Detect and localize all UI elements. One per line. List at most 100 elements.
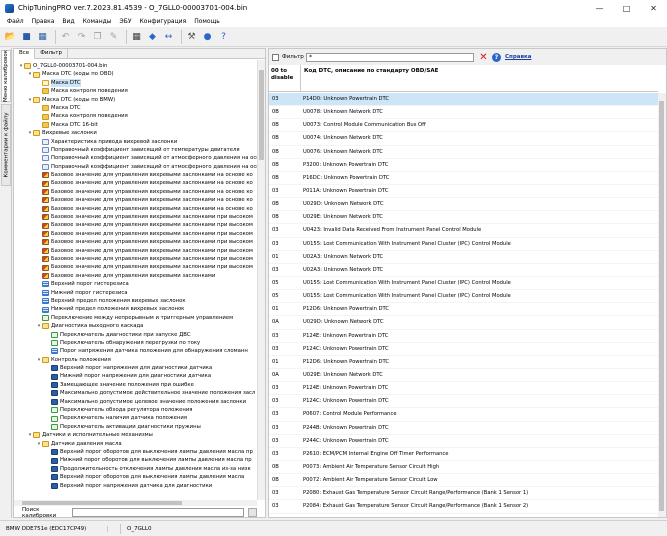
dtc-value-cell[interactable]: 03: [269, 490, 301, 496]
dtc-vertical-scrollbar[interactable]: [658, 93, 666, 517]
table-row[interactable]: 03 U0155: Lost Communication With Instrum…: [269, 238, 658, 251]
tools-icon[interactable]: ⚒: [185, 30, 198, 43]
table-row[interactable]: 03 P124E: Unknown Powertrain DTC: [269, 330, 658, 343]
maximize-button[interactable]: □: [613, 0, 640, 16]
table-row[interactable]: 0B P16DC: Unknown Powertrain DTC: [269, 172, 658, 185]
menu-edit[interactable]: Правка: [32, 18, 55, 25]
tree-node[interactable]: Верхний порог напряжения датчика для диа…: [14, 482, 257, 490]
table-row[interactable]: 03P242B: Unknown Powertrain DTC: [269, 514, 658, 518]
tree-node[interactable]: Переключатель обнаружения перегрузки по …: [14, 339, 257, 347]
menu-help[interactable]: Помощь: [194, 18, 220, 25]
dtc-value-cell[interactable]: 0B: [269, 214, 301, 220]
tree-node[interactable]: ▾ Маска DTC (коды по OBD): [14, 70, 257, 78]
table-row[interactable]: 0B P3200: Unknown Powertrain DTC: [269, 159, 658, 172]
filter-input[interactable]: [306, 52, 474, 62]
tree-node[interactable]: ▾ Вихревые заслонки: [14, 129, 257, 137]
tree-node[interactable]: Нижний порог оборотов для выключения лам…: [14, 456, 257, 464]
table-row[interactable]: 0A U029E: Unknown Network DTC: [269, 369, 658, 383]
table-row[interactable]: 03 P011A: Unknown Powertrain DTC: [269, 185, 658, 199]
tree-node[interactable]: Нижний порог напряжения для диагностики …: [14, 372, 257, 380]
dtc-value-cell[interactable]: 0A: [269, 319, 301, 325]
table-row[interactable]: 0B U029D: Unknown Network DTC: [269, 198, 658, 212]
table-row[interactable]: 03 P2610: ECM/PCM Internal Engine Off Tim…: [269, 448, 658, 461]
clear-filter-icon[interactable]: ✕: [478, 52, 489, 63]
dtc-value-cell[interactable]: 0A: [269, 372, 301, 378]
table-row[interactable]: 0B U029E: Unknown Network DTC: [269, 211, 658, 225]
tab-all[interactable]: Все: [14, 49, 36, 59]
tree-node[interactable]: Замещающее значение положения при ошибке: [14, 381, 257, 389]
dtc-value-cell[interactable]: 0B: [269, 175, 301, 181]
checksum-icon[interactable]: ↔: [162, 30, 175, 43]
dtc-value-cell[interactable]: 03: [269, 241, 301, 247]
table-row[interactable]: 0B U0078: Unknown Network DTC: [269, 106, 658, 120]
dtc-value-cell[interactable]: 0B: [269, 477, 301, 483]
dtc-value-cell[interactable]: 0B: [269, 162, 301, 168]
table-row[interactable]: 0B U0076: Unknown Network DTC: [269, 146, 658, 159]
search-input[interactable]: [72, 508, 244, 517]
table-row[interactable]: 03 U02A3: Unknown Network DTC: [269, 264, 658, 277]
tree-node[interactable]: Верхний порог оборотов для выключения ла…: [14, 473, 257, 481]
tree-node[interactable]: Поправочный коэффициент зависящий от атм…: [14, 154, 257, 162]
tree-node[interactable]: Базовое значение для управления вихревым…: [14, 247, 257, 255]
dtc-value-cell[interactable]: 03: [269, 227, 301, 233]
tab-filter[interactable]: Фильтр: [35, 49, 68, 59]
tree-node[interactable]: Верхний порог гистерезиса: [14, 280, 257, 288]
tree-node[interactable]: Базовое значение для управления вихревым…: [14, 238, 257, 246]
navigate-icon[interactable]: ◆: [146, 30, 159, 43]
close-button[interactable]: ✕: [640, 0, 667, 16]
dtc-value-cell[interactable]: 0B: [269, 464, 301, 470]
table-row[interactable]: 0A U029D: Unknown Network DTC: [269, 316, 658, 330]
tree-node[interactable]: Характеристика привода вихревой заслонки: [14, 138, 257, 146]
tree-node[interactable]: Маска контроля поведения: [14, 87, 257, 95]
tree-horizontal-scrollbar[interactable]: [14, 500, 257, 506]
copy-icon[interactable]: ❐: [91, 30, 104, 43]
table-row[interactable]: 03 P0607: Control Module Performance: [269, 408, 658, 422]
help-link[interactable]: Справка: [505, 54, 531, 60]
dtc-value-cell[interactable]: 03: [269, 425, 301, 431]
tree-node[interactable]: Верхний предел положения вихревых заслон…: [14, 297, 257, 305]
dtc-value-cell[interactable]: 01: [269, 306, 301, 312]
dtc-value-cell[interactable]: 01: [269, 359, 301, 365]
tree-node[interactable]: Нижний порог гистерезиса: [14, 289, 257, 297]
map-icon[interactable]: ●: [201, 30, 214, 43]
table-row[interactable]: 03 P2084: Exhaust Gas Temperature Sensor …: [269, 500, 658, 514]
tree-node[interactable]: Базовое значение для управления вихревым…: [14, 255, 257, 263]
dtc-value-cell[interactable]: 03: [269, 346, 301, 352]
tree-node[interactable]: ▾ Контроль положения: [14, 356, 257, 364]
column-header-value[interactable]: 00 to disable: [269, 65, 301, 91]
paste-icon[interactable]: ✎: [107, 30, 120, 43]
table-row[interactable]: 03 P124C: Unknown Powertrain DTC: [269, 395, 658, 409]
tree-node[interactable]: Переключатель диагностики при запуске ДВ…: [14, 331, 257, 339]
dtc-value-cell[interactable]: 0B: [269, 122, 301, 128]
dtc-value-cell[interactable]: 05: [269, 293, 301, 299]
save-icon[interactable]: ■: [20, 30, 33, 43]
table-row[interactable]: 01 P12D6: Unknown Powertrain DTC: [269, 356, 658, 369]
dtc-value-cell[interactable]: 03: [269, 503, 301, 509]
dtc-value-cell[interactable]: 0B: [269, 135, 301, 141]
dtc-value-cell[interactable]: 03: [269, 411, 301, 417]
dtc-value-cell[interactable]: 0B: [269, 201, 301, 207]
tree-node[interactable]: Максимально допустимое действительное зн…: [14, 389, 257, 397]
tree-node[interactable]: Нижний предел положения вихревых заслоно…: [14, 305, 257, 313]
tree-vertical-scrollbar[interactable]: [257, 60, 265, 500]
tree-node[interactable]: Переключатель активации диагностики пруж…: [14, 423, 257, 431]
tree-node[interactable]: ▾ Маска DTC (коды по BMW): [14, 96, 257, 104]
tree-node[interactable]: Верхний порог оборотов для выключения ла…: [14, 448, 257, 456]
folder-open-icon[interactable]: 📂: [4, 30, 17, 43]
dtc-value-cell[interactable]: 03: [269, 267, 301, 273]
dtc-value-cell[interactable]: 01: [269, 254, 301, 260]
tree-node[interactable]: Маска контроля поведения: [14, 112, 257, 120]
help-icon[interactable]: ?: [492, 52, 501, 62]
menu-file[interactable]: Файл: [7, 18, 24, 25]
table-row[interactable]: 01 P12D6: Unknown Powertrain DTC: [269, 303, 658, 317]
tree-node[interactable]: Поправочный коэффициент зависящий от тем…: [14, 146, 257, 154]
table-row[interactable]: 0B U0073: Control Module Communication Bu…: [269, 119, 658, 133]
dtc-value-cell[interactable]: 03: [269, 438, 301, 444]
tree-node[interactable]: ▾ Диагностика выходного каскада: [14, 322, 257, 330]
tree-node[interactable]: Базовое значение для управления вихревым…: [14, 221, 257, 229]
dtc-value-cell[interactable]: 03: [269, 398, 301, 404]
tree-node[interactable]: Базовое значение для управления вихревым…: [14, 171, 257, 179]
tree-node[interactable]: Продолжительность отключения лампы давле…: [14, 465, 257, 473]
table-row[interactable]: 03 P244B: Unknown Powertrain DTC: [269, 422, 658, 435]
table-row[interactable]: 05 U0155: Lost Communication With Instrum…: [269, 290, 658, 304]
